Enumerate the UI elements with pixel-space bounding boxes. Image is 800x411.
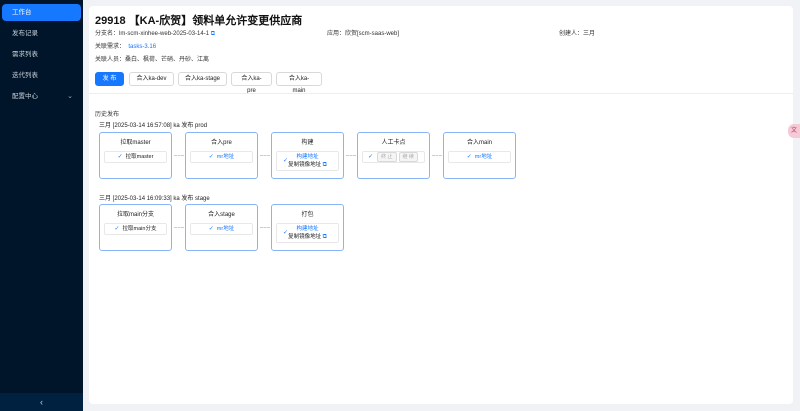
main-panel: 29918 【KA-欣贺】领料单允许变更供应商 分支名：lm-scm-xinhe…: [89, 6, 793, 404]
stage-connector: [346, 155, 356, 156]
run-header: 三月 [2025-03-14 16:09:33] ka 发布 stage: [99, 196, 210, 202]
step-label: 拉取main分支: [122, 226, 157, 232]
stage-title: 构建: [301, 140, 314, 146]
stage-connector: [260, 227, 270, 228]
creator-info: 创建人：三月: [559, 28, 595, 37]
requirement-link[interactable]: tasks-3.16: [128, 44, 156, 50]
chevron-left-icon: ‹: [40, 397, 43, 407]
merge-ka-pre-button[interactable]: 合入ka-pre: [231, 72, 272, 94]
creator-label: 创建人：: [559, 31, 584, 37]
requirement-info: 关联需求： tasks-3.16: [95, 41, 156, 50]
people-value: 桑白、枫荷、芒硝、丹砂、江离: [125, 57, 210, 63]
stage-connector: [174, 227, 184, 228]
app-value: 欣贺[scm-saas-web]: [345, 31, 400, 37]
stage-card: 合入stage ✓ mr地址: [185, 204, 258, 251]
stage-step: ✓ 构建地址 复制镜像地址 ⧉: [276, 151, 339, 171]
stage-card: 人工卡点 ✓ 终 止继 续: [357, 132, 430, 179]
divider: [89, 93, 793, 94]
stage-title: 拉取master: [120, 140, 151, 146]
stage-title: 合入main: [466, 140, 492, 146]
sidebar-item-config-center[interactable]: 配置中心 ⌄: [2, 88, 81, 105]
step-label: 拉取master: [125, 154, 154, 160]
merge-ka-main-button[interactable]: 合入ka-main: [276, 72, 322, 94]
sidebar-item-label: 工作台: [12, 9, 32, 16]
publish-button[interactable]: 发 布: [95, 72, 124, 86]
check-icon: ✓: [208, 154, 214, 160]
stage-card: 合入main ✓ mr地址: [443, 132, 516, 179]
sidebar-item-label: 迭代列表: [12, 72, 38, 79]
people-label: 关联人员：: [95, 57, 126, 63]
check-icon: ✓: [466, 154, 472, 160]
stage-connector: [260, 155, 270, 156]
check-icon: ✓: [114, 226, 120, 232]
sidebar-item-workbench[interactable]: 工作台: [2, 4, 81, 21]
creator-value: 三月: [583, 31, 596, 37]
stage-title: 合入pre: [211, 140, 232, 146]
stage-card: 合入pre ✓ mr地址: [185, 132, 258, 179]
sidebar-item-label: 需求列表: [12, 51, 38, 58]
app-info: 应用：欣贺[scm-saas-web]: [327, 28, 399, 37]
stage-step: ✓ 终 止继 续: [362, 151, 425, 163]
stage-title: 打包: [301, 212, 314, 218]
translate-icon[interactable]: 文: [788, 124, 800, 138]
copy-icon[interactable]: ⧉: [323, 234, 327, 240]
stage-card: 拉取main分支 ✓ 拉取main分支: [99, 204, 172, 251]
check-icon: ✓: [208, 226, 214, 232]
collapse-sidebar-button[interactable]: ‹: [0, 393, 83, 411]
branch-label: 分支名：: [95, 31, 120, 37]
stage-title: 拉取main分支: [116, 212, 154, 218]
stage-step: ✓ mr地址: [190, 151, 253, 163]
stage-step: ✓ 拉取main分支: [104, 223, 167, 235]
mr-link[interactable]: mr地址: [217, 226, 234, 232]
sidebar-item-label: 发布记录: [12, 30, 38, 37]
sidebar-item-requirements[interactable]: 需求列表: [2, 46, 81, 63]
mr-link[interactable]: mr地址: [475, 154, 492, 160]
branch-info: 分支名：lm-scm-xinhee-web-2025-03-14-1 ⧉: [95, 28, 215, 38]
stage-connector: [432, 155, 442, 156]
sidebar-item-release-records[interactable]: 发布记录: [2, 25, 81, 42]
stage-title: 人工卡点: [381, 140, 406, 146]
stage-card: 打包 ✓ 构建地址 复制镜像地址 ⧉: [271, 204, 344, 251]
run-header: 三月 [2025-03-14 16:57:08] ka 发布 prod: [99, 123, 208, 129]
stage-step: ✓ mr地址: [448, 151, 511, 163]
requirement-label: 关联需求：: [95, 44, 126, 50]
stage-step: ✓ 拉取master: [104, 151, 167, 163]
stage-title: 合入stage: [208, 212, 235, 218]
check-icon: ✓: [368, 154, 374, 160]
sidebar-item-iterations[interactable]: 迭代列表: [2, 67, 81, 84]
merge-ka-dev-button[interactable]: 合入ka-dev: [129, 72, 174, 86]
copy-image-link[interactable]: 复制镜像地址: [288, 234, 321, 240]
stage-card: 构建 ✓ 构建地址 复制镜像地址 ⧉: [271, 132, 344, 179]
copy-icon[interactable]: ⧉: [323, 162, 327, 168]
sidebar-item-label: 配置中心: [12, 93, 38, 100]
copy-icon[interactable]: ⧉: [211, 31, 215, 37]
chevron-down-icon: ⌄: [67, 93, 73, 100]
stage-step: ✓ mr地址: [190, 223, 253, 235]
mr-link[interactable]: mr地址: [217, 154, 234, 160]
branch-value: lm-scm-xinhee-web-2025-03-14-1: [119, 31, 210, 37]
sidebar: 工作台 发布记录 需求列表 迭代列表 配置中心 ⌄ ‹: [0, 0, 83, 411]
stage-connector: [174, 155, 184, 156]
people-info: 关联人员：桑白、枫荷、芒硝、丹砂、江离: [95, 54, 209, 63]
check-icon: ✓: [117, 154, 123, 160]
stage-card: 拉取master ✓ 拉取master: [99, 132, 172, 179]
merge-ka-stage-button[interactable]: 合入ka-stage: [178, 72, 227, 86]
page-title: 29918 【KA-欣贺】领料单允许变更供应商: [95, 15, 303, 27]
app-label: 应用：: [327, 31, 346, 37]
continue-button[interactable]: 继 续: [398, 152, 418, 162]
history-label: 历史发布: [95, 112, 120, 118]
stage-step: ✓ 构建地址 复制镜像地址 ⧉: [276, 223, 339, 243]
terminate-button[interactable]: 终 止: [377, 152, 397, 162]
check-icon: ✓: [283, 158, 289, 164]
check-icon: ✓: [283, 230, 289, 236]
copy-image-link[interactable]: 复制镜像地址: [288, 162, 321, 168]
